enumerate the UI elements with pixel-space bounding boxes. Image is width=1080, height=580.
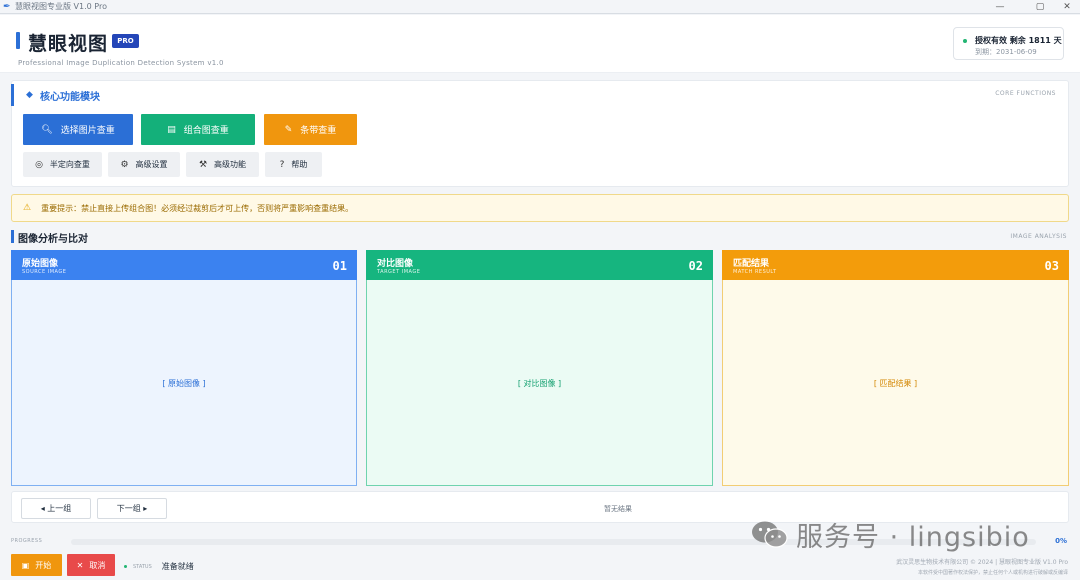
copyright-notice: 本软件受中国著作权法保护，禁止任何个人或机构进行破解或反编译 xyxy=(917,570,1068,576)
semi-directed-check-button[interactable]: ◎ 半定向查重 xyxy=(23,152,102,177)
license-card: 授权有效 剩余 1811 天 到期：2031-06-09 xyxy=(953,27,1064,60)
window-titlebar: ✒ 慧眼视图专业版 V1.0 Pro — ▢ ✕ xyxy=(0,0,1080,14)
wechat-watermark: 服务号 · lingsibio xyxy=(750,515,1030,554)
grid-icon: ▤ xyxy=(167,124,176,135)
result-status-text: 暂无结果 xyxy=(604,505,632,513)
target-image-panel[interactable]: 对比图像 TARGET IMAGE 02 [ 对比图像 ] xyxy=(366,250,713,486)
analysis-section-header: 图像分析与比对 IMAGE ANALYSIS xyxy=(11,228,1069,246)
status-label: STATUS xyxy=(133,563,152,570)
core-functions-title-en: CORE FUNCTIONS xyxy=(995,90,1056,97)
brand-accent-bar xyxy=(16,32,20,49)
panel-header: 匹配结果 MATCH RESULT 03 xyxy=(722,250,1069,280)
panel-number: 02 xyxy=(688,259,703,273)
status-dot xyxy=(124,565,127,568)
match-result-placeholder: [ 匹配结果 ] xyxy=(873,379,918,388)
copyright-text: 武汉灵思生物技术有限公司 © 2024 | 慧眼视图专业版 V1.0 Pro xyxy=(896,559,1068,566)
warning-icon: ⚠ xyxy=(23,203,32,213)
panel-title: 匹配结果 xyxy=(733,259,770,269)
panel-title-en: SOURCE IMAGE xyxy=(22,269,67,275)
target-image-placeholder: [ 对比图像 ] xyxy=(517,379,562,388)
start-button[interactable]: ▣ 开始 xyxy=(11,554,62,576)
status-value: 准备就绪 xyxy=(161,562,194,571)
panel-title-en: MATCH RESULT xyxy=(733,269,777,275)
core-functions-card: ◆ 核心功能模块 CORE FUNCTIONS 🔍︎ 选择图片查重 ▤ 组合图查… xyxy=(11,80,1069,187)
warning-text: 重要提示：禁止直接上传组合图！必须经过裁剪后才可上传，否则将严重影响查重结果。 xyxy=(41,203,354,213)
wechat-icon xyxy=(750,519,790,551)
panel-header: 原始图像 SOURCE IMAGE 01 xyxy=(11,250,357,280)
progress-label: PROGRESS xyxy=(11,538,43,544)
license-expiry: 到期：2031-06-09 xyxy=(975,48,1037,56)
panel-header: 对比图像 TARGET IMAGE 02 xyxy=(366,250,713,280)
help-icon: ? xyxy=(279,159,285,170)
analysis-title: 图像分析与比对 xyxy=(18,234,88,245)
app-subtitle: Professional Image Duplication Detection… xyxy=(18,59,224,67)
minimize-button[interactable]: — xyxy=(985,0,1015,14)
help-button[interactable]: ? 帮助 xyxy=(265,152,322,177)
next-group-button[interactable]: 下一组 ▸ xyxy=(97,498,167,519)
core-functions-title: 核心功能模块 xyxy=(40,92,100,103)
analysis-title-en: IMAGE ANALYSIS xyxy=(1010,233,1067,240)
progress-percent: 0% xyxy=(1055,537,1067,545)
status-indicator: STATUS 准备就绪 xyxy=(124,561,194,572)
close-icon: ✕ xyxy=(76,560,84,570)
watermark-text: 服务号 · lingsibio xyxy=(796,522,1030,553)
pro-badge: PRO xyxy=(112,34,139,48)
panel-title: 原始图像 xyxy=(22,259,59,269)
pen-icon: ✎ xyxy=(284,124,293,135)
cancel-button[interactable]: ✕ 取消 xyxy=(67,554,115,576)
close-window-button[interactable]: ✕ xyxy=(1052,0,1080,14)
source-image-placeholder: [ 原始图像 ] xyxy=(162,379,206,388)
match-result-panel[interactable]: 匹配结果 MATCH RESULT 03 [ 匹配结果 ] xyxy=(722,250,1069,486)
panel-number: 03 xyxy=(1044,259,1059,273)
panel-number: 01 xyxy=(332,259,347,273)
source-image-panel[interactable]: 原始图像 SOURCE IMAGE 01 [ 原始图像 ] xyxy=(11,250,357,486)
advanced-functions-button[interactable]: ⚒ 高级功能 xyxy=(186,152,259,177)
search-icon: 🔍︎ xyxy=(41,124,53,135)
wrench-icon: ⚒ xyxy=(198,159,208,170)
advanced-settings-button[interactable]: ⚙ 高级设置 xyxy=(108,152,180,177)
previous-group-button[interactable]: ◂ 上一组 xyxy=(21,498,91,519)
gear-icon: ⚙ xyxy=(120,159,129,170)
target-icon: ◎ xyxy=(35,159,43,170)
strip-check-button[interactable]: ✎ 条带查重 xyxy=(264,114,357,145)
window-title: 慧眼视图专业版 V1.0 Pro xyxy=(15,2,107,11)
combined-image-check-button[interactable]: ▤ 组合图查重 xyxy=(141,114,255,145)
section-accent-bar xyxy=(11,230,14,243)
maximize-button[interactable]: ▢ xyxy=(1025,0,1055,14)
app-icon: ✒ xyxy=(3,1,11,12)
start-icon: ▣ xyxy=(21,560,30,570)
panel-title-en: TARGET IMAGE xyxy=(377,269,421,275)
app-header: 慧眼视图 PRO Professional Image Duplication … xyxy=(0,15,1080,73)
app-title: 慧眼视图 xyxy=(28,33,109,55)
diamond-icon: ◆ xyxy=(26,90,33,100)
section-accent-bar xyxy=(11,84,14,106)
select-image-check-button[interactable]: 🔍︎ 选择图片查重 xyxy=(23,114,133,145)
license-status: 授权有效 剩余 1811 天 xyxy=(975,36,1062,45)
warning-banner: ⚠ 重要提示：禁止直接上传组合图！必须经过裁剪后才可上传，否则将严重影响查重结果… xyxy=(11,194,1069,222)
license-status-dot xyxy=(963,39,967,43)
panel-title: 对比图像 xyxy=(377,259,414,269)
